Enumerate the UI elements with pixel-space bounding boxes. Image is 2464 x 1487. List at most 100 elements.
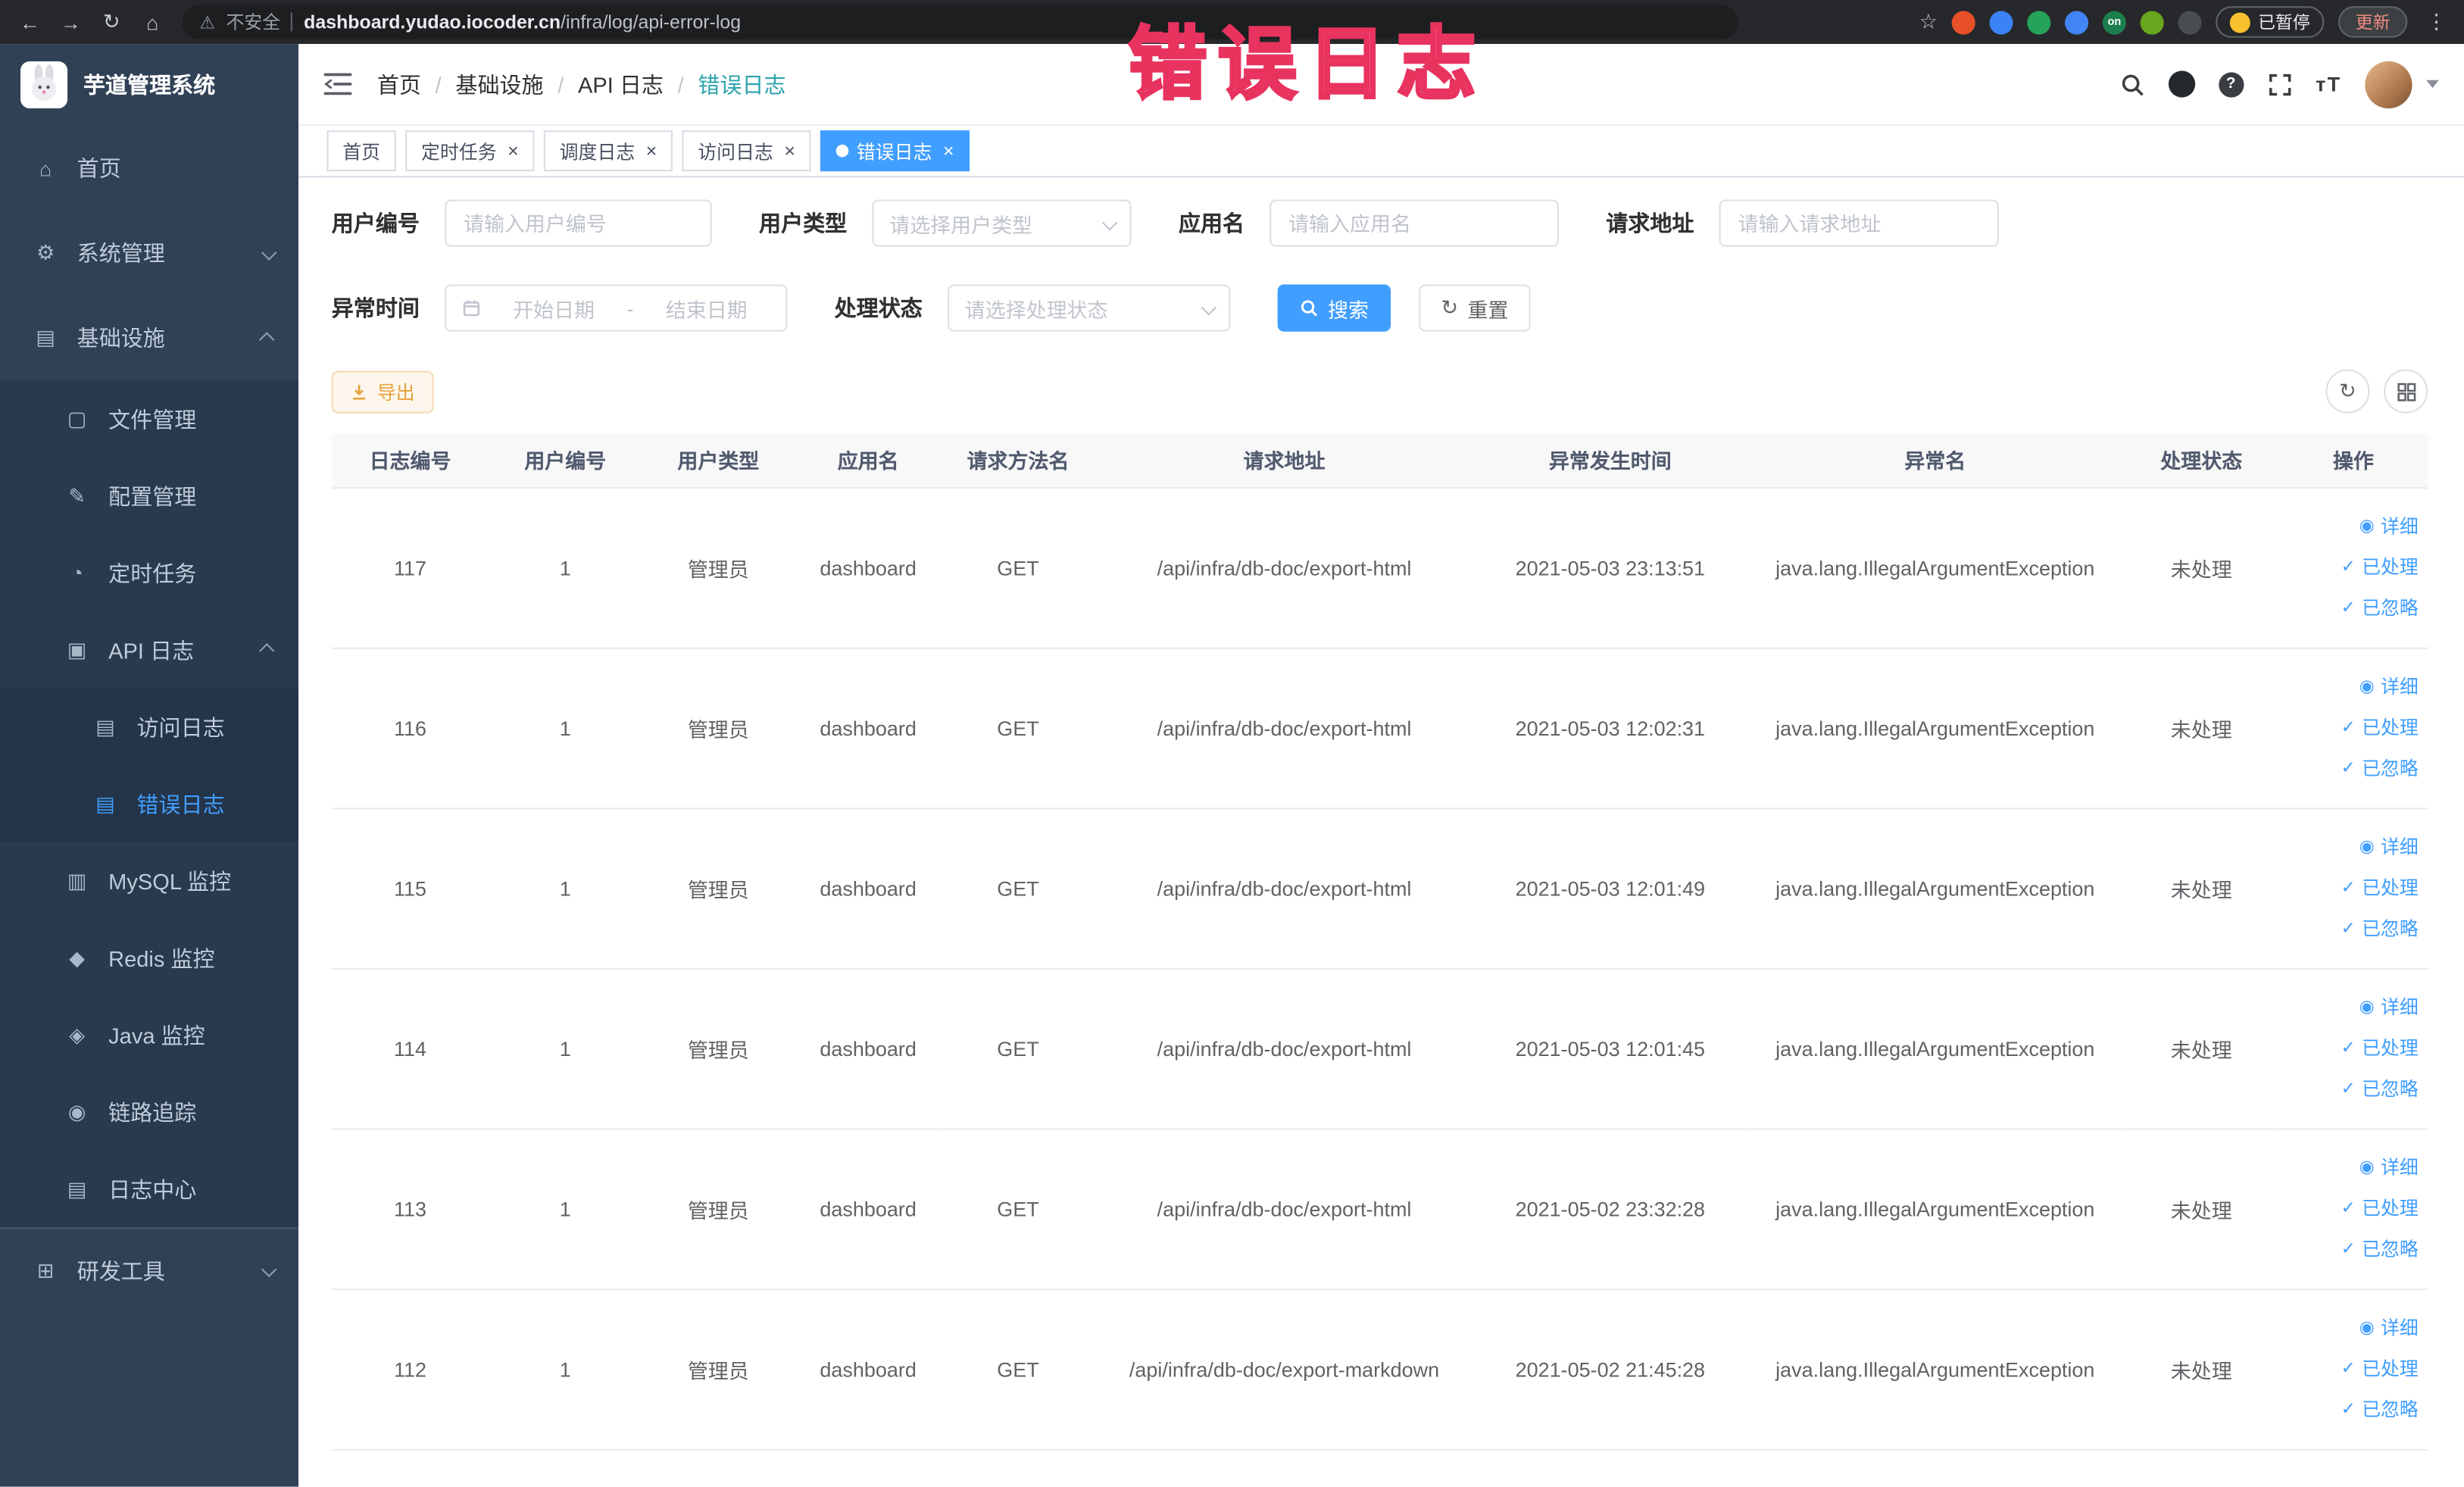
github-icon[interactable] — [2168, 70, 2195, 98]
table-cell: java.lang.IllegalArgumentException — [1746, 808, 2124, 969]
tab-2[interactable]: 调度日志 × — [543, 130, 673, 172]
row-action-label: 已忽略 — [2362, 1398, 2419, 1421]
row-action-详细[interactable]: ◉ 详细 — [2288, 1307, 2419, 1348]
reset-button[interactable]: ↻ 重置 — [1419, 284, 1531, 332]
avatar-caret-icon[interactable] — [2426, 80, 2439, 89]
row-action-详细[interactable]: ◉ 详细 — [2288, 506, 2419, 547]
check-icon: ✓ — [2341, 759, 2356, 778]
address-bar[interactable]: ⚠ 不安全 dashboard.yudao.iocoder.cn/infra/l… — [182, 5, 1738, 39]
close-icon[interactable]: × — [646, 142, 657, 161]
row-action-已处理[interactable]: ✓ 已处理 — [2288, 1348, 2419, 1389]
reload-icon[interactable]: ↻ — [94, 5, 129, 39]
row-action-已忽略[interactable]: ✓ 已忽略 — [2288, 908, 2419, 949]
tab-1[interactable]: 定时任务 × — [405, 130, 535, 172]
refresh-table-button[interactable]: ↻ — [2325, 369, 2370, 414]
table-cell: dashboard — [795, 647, 942, 809]
sidebar-item-label: MySQL 监控 — [108, 868, 232, 894]
app-name-input[interactable] — [1269, 199, 1560, 247]
check-icon: ✓ — [2341, 1400, 2356, 1420]
eye-icon: ◉ — [2359, 1318, 2375, 1338]
breadcrumb-item-2[interactable]: API 日志 — [578, 68, 664, 99]
extension-red-icon[interactable] — [1951, 10, 1975, 34]
row-action-详细[interactable]: ◉ 详细 — [2288, 987, 2419, 1028]
sidebar-item-14[interactable]: ⊞ 研发工具 — [0, 1227, 299, 1312]
row-action-已处理[interactable]: ✓ 已处理 — [2288, 1188, 2419, 1229]
close-icon[interactable]: × — [784, 142, 795, 161]
browser-menu-icon[interactable]: ⋮ — [2422, 9, 2451, 34]
app-frame: 芋道管理系统 ⌂ 首页 ⚙ 系统管理 ▤ 基础设施 ▢ 文件管理 ✎ 配置管理 ◔ 定时任务 ▣ API … — [0, 44, 2464, 1487]
profile-avatar-icon — [2229, 11, 2250, 33]
row-action-已忽略[interactable]: ✓ 已忽略 — [2288, 1229, 2419, 1270]
tab-label: 首页 — [342, 140, 381, 163]
exception-time-range-picker[interactable]: 开始日期 - 结束日期 — [445, 284, 788, 332]
row-action-详细[interactable]: ◉ 详细 — [2288, 1147, 2419, 1188]
sidebar-item-8[interactable]: ▤ 错误日志 — [0, 765, 299, 842]
export-button[interactable]: 导出 — [331, 370, 434, 413]
table-cell: java.lang.IllegalArgumentException — [1746, 1128, 2124, 1290]
search-icon[interactable] — [2119, 71, 2144, 96]
tab-3[interactable]: 访问日志 × — [682, 130, 811, 172]
sidebar-item-3[interactable]: ▢ 文件管理 — [0, 380, 299, 458]
user-id-input[interactable] — [445, 199, 712, 247]
breadcrumb-item-0[interactable]: 首页 — [377, 68, 421, 99]
help-icon[interactable]: ? — [2218, 71, 2244, 97]
browser-update-button[interactable]: 更新 — [2338, 6, 2408, 38]
table-cell: 2021-05-03 23:13:51 — [1473, 487, 1747, 648]
hamburger-icon[interactable] — [323, 72, 352, 95]
paused-label: 已暂停 — [2258, 14, 2310, 33]
row-action-已处理[interactable]: ✓ 已处理 — [2288, 1028, 2419, 1069]
row-action-已处理[interactable]: ✓ 已处理 — [2288, 547, 2419, 588]
sidebar-item-5[interactable]: ◔ 定时任务 — [0, 534, 299, 612]
filter-row-1: 用户编号 用户类型 请选择用户类型 应用名 — [332, 199, 2428, 247]
fullscreen-icon[interactable] — [2267, 71, 2292, 96]
row-action-已忽略[interactable]: ✓ 已忽略 — [2288, 1069, 2419, 1110]
extension-leaf-icon[interactable] — [2140, 10, 2164, 34]
extension-grid-icon[interactable] — [2065, 10, 2089, 34]
tab-4[interactable]: 错误日志 × — [820, 130, 970, 172]
sidebar-item-0[interactable]: ⌂ 首页 — [0, 126, 298, 211]
home-icon[interactable]: ⌂ — [135, 5, 170, 39]
profile-paused-badge[interactable]: 已暂停 — [2216, 6, 2325, 38]
extension-blue-drop-icon[interactable] — [1989, 10, 2013, 34]
row-action-详细[interactable]: ◉ 详细 — [2288, 667, 2419, 708]
row-action-已忽略[interactable]: ✓ 已忽略 — [2288, 748, 2419, 789]
breadcrumb-item-1[interactable]: 基础设施 — [455, 68, 543, 99]
sidebar-item-10[interactable]: ◆ Redis 监控 — [0, 919, 299, 997]
back-icon[interactable]: ← — [13, 5, 48, 39]
user-avatar[interactable] — [2365, 60, 2412, 108]
user-type-select[interactable]: 请选择用户类型 — [872, 199, 1132, 247]
sidebar-item-2[interactable]: ▤ 基础设施 — [0, 295, 298, 380]
sidebar-item-11[interactable]: ◈ Java 监控 — [0, 996, 299, 1073]
sidebar-item-7[interactable]: ▤ 访问日志 — [0, 688, 299, 766]
close-icon[interactable]: × — [943, 142, 954, 161]
sidebar-item-1[interactable]: ⚙ 系统管理 — [0, 211, 298, 295]
process-status-select[interactable]: 请选择处理状态 — [947, 284, 1231, 332]
request-url-input[interactable] — [1719, 199, 1999, 247]
sidebar-item-12[interactable]: ◉ 链路追踪 — [0, 1073, 299, 1151]
row-action-已忽略[interactable]: ✓ 已忽略 — [2288, 588, 2419, 629]
extension-green-icon[interactable] — [2027, 10, 2051, 34]
row-action-已处理[interactable]: ✓ 已处理 — [2288, 708, 2419, 748]
sidebar-item-9[interactable]: ▥ MySQL 监控 — [0, 842, 299, 920]
tab-label: 访问日志 — [698, 140, 773, 163]
forward-icon[interactable]: → — [54, 5, 89, 39]
sidebar-item-label: 错误日志 — [136, 791, 225, 817]
extension-pin-icon[interactable] — [2178, 10, 2202, 34]
sidebar-item-13[interactable]: ▤ 日志中心 — [0, 1150, 299, 1228]
row-action-详细[interactable]: ◉ 详细 — [2288, 826, 2419, 867]
row-action-已忽略[interactable]: ✓ 已忽略 — [2288, 1389, 2419, 1430]
app-logo-row[interactable]: 芋道管理系统 — [0, 44, 298, 126]
search-button[interactable]: 搜索 — [1277, 284, 1391, 332]
sidebar-item-4[interactable]: ✎ 配置管理 — [0, 457, 299, 535]
row-action-已处理[interactable]: ✓ 已处理 — [2288, 867, 2419, 908]
sidebar-item-6[interactable]: ▣ API 日志 — [0, 611, 299, 689]
tab-0[interactable]: 首页 — [326, 130, 396, 172]
exception-time-label: 异常时间 — [331, 295, 420, 321]
chevron-up-icon — [258, 331, 275, 347]
font-size-icon[interactable]: тT — [2316, 72, 2341, 95]
table-cell: 113 — [331, 1128, 489, 1290]
bookmark-star-icon[interactable]: ☆ — [1919, 9, 1938, 34]
extension-on-badge-icon[interactable]: on — [2102, 10, 2126, 34]
column-settings-button[interactable] — [2384, 369, 2428, 414]
close-icon[interactable]: × — [507, 142, 519, 161]
